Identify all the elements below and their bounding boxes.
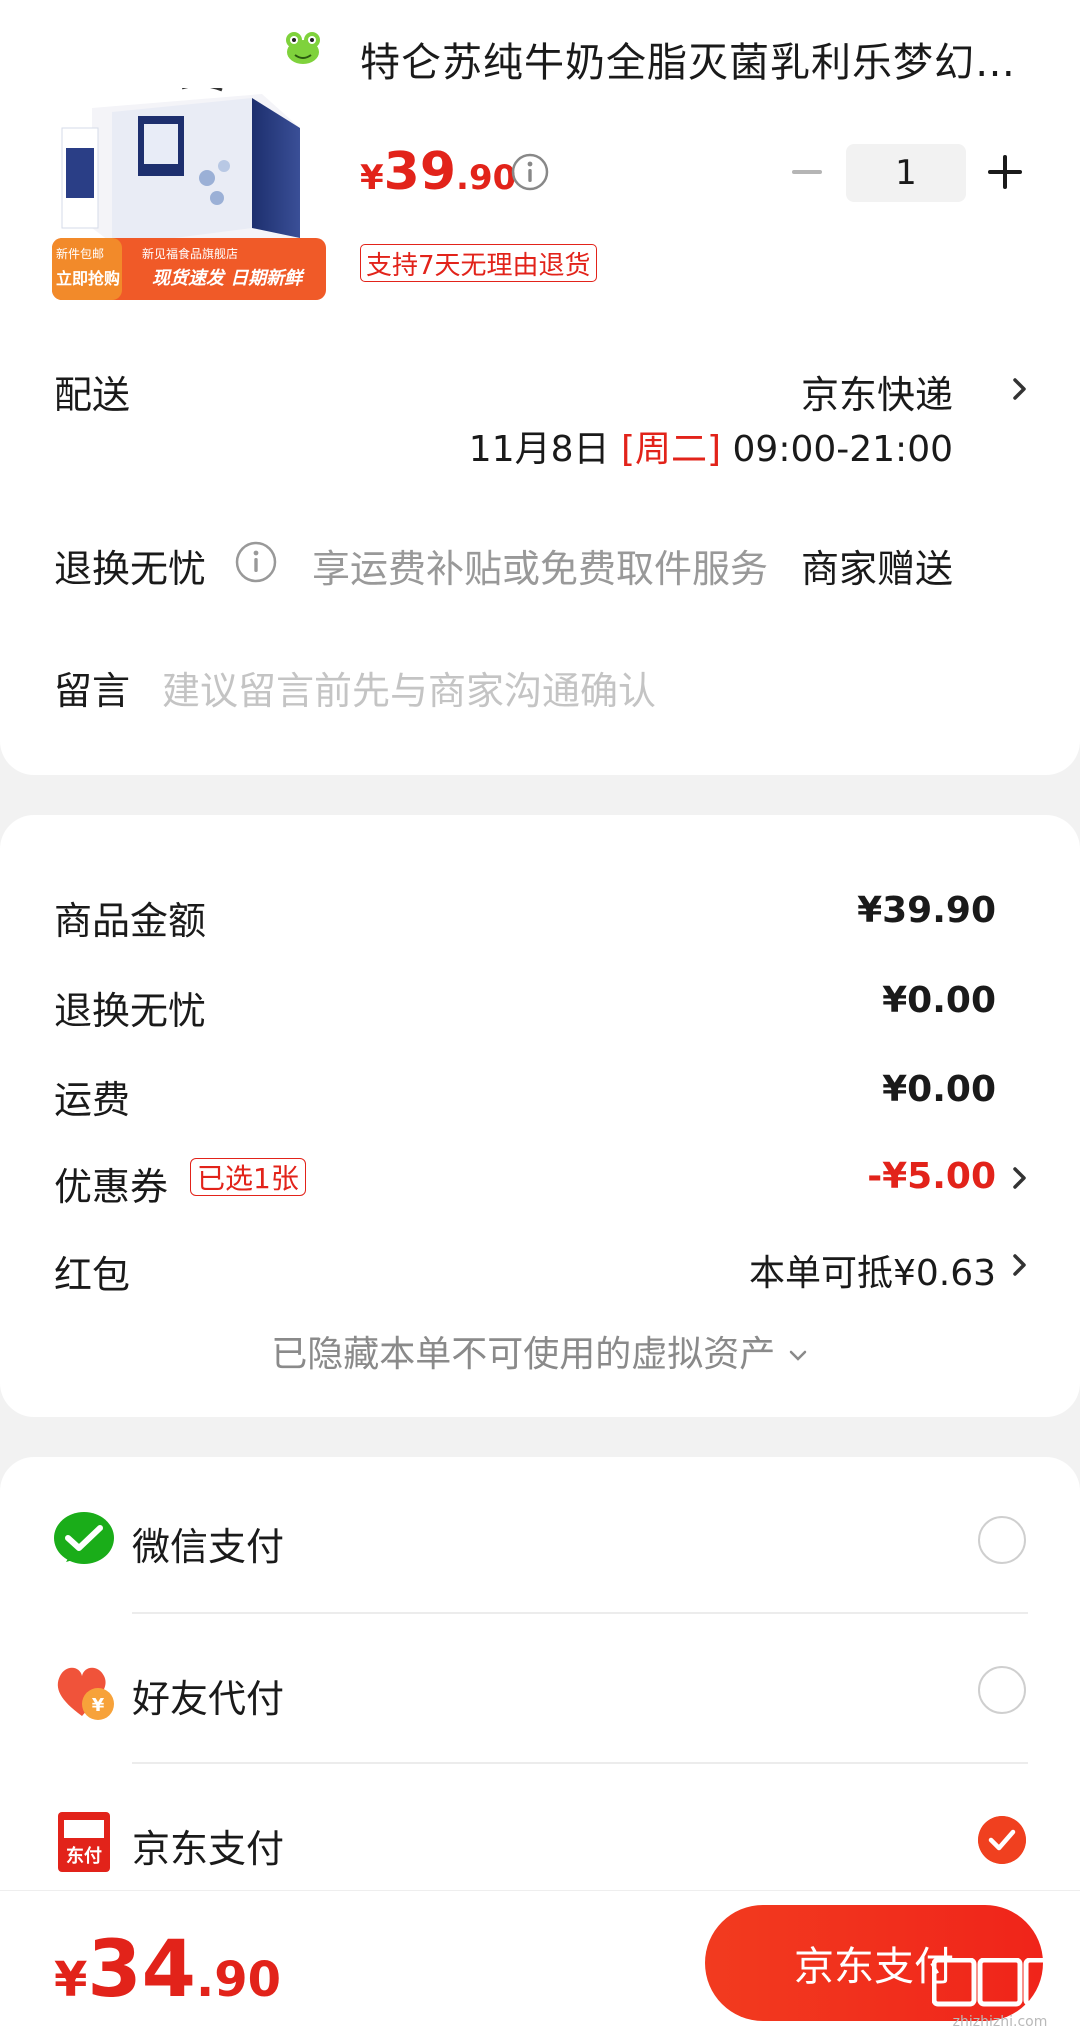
friend-pay-icon: ¥ — [57, 1667, 114, 1720]
quantity-increase-button[interactable] — [988, 155, 1022, 189]
coupon-label: 优惠券 — [54, 1165, 169, 1209]
wechat-pay-radio[interactable] — [978, 1516, 1026, 1564]
red-packet-value[interactable]: 本单可抵¥0.63 — [749, 1244, 996, 1296]
red-packet-label: 红包 — [54, 1253, 131, 1297]
message-input[interactable]: 建议留言前先与商家沟通确认 — [162, 660, 656, 715]
frog-icon — [286, 32, 320, 64]
quantity-decrease-button[interactable] — [790, 155, 824, 189]
banner-slogan: 现货速发 日期新鲜 — [152, 268, 305, 289]
product-price: ¥39.90 — [360, 142, 516, 202]
worry-free-label: 退换无忧 — [54, 547, 207, 591]
chevron-down-icon — [789, 1350, 806, 1361]
worry-free-description: 享运费补贴或免费取件服务 — [312, 547, 769, 591]
jd-pay-label[interactable]: 京东支付 — [132, 1818, 284, 1873]
hidden-assets-text: 已隐藏本单不可使用的虚拟资产 — [271, 1334, 776, 1375]
shipping-fee-value: ¥0.00 — [882, 1069, 996, 1110]
banner-shop: 新见福食品旗舰店 — [142, 246, 238, 261]
total-decimal: .90 — [195, 1952, 281, 2008]
coupon-chevron-right-icon[interactable] — [1010, 1163, 1030, 1193]
coupon-selected-tag: 已选1张 — [190, 1158, 306, 1196]
worry-free-fee-value: ¥0.00 — [882, 980, 996, 1021]
delivery-time: 11月8日 [周二] 09:00-21:00 — [469, 420, 953, 472]
divider — [132, 1612, 1028, 1614]
delivery-time-range: 09:00-21:00 — [732, 429, 953, 470]
price-info-icon[interactable] — [510, 152, 550, 192]
banner-tag-top: 新件包邮 — [56, 246, 104, 261]
worry-free-info-icon[interactable] — [234, 540, 278, 584]
delivery-date: 11月8日 — [468, 429, 610, 470]
product-title[interactable]: 特仑苏纯牛奶全脂灭菌乳利乐梦幻盖… — [360, 30, 1030, 88]
product-image[interactable]: 新件包邮 立即抢购 新见福食品旗舰店 现货速发 日期新鲜 — [52, 88, 326, 300]
delivery-carrier[interactable]: 京东快递 — [801, 364, 953, 419]
hidden-assets-toggle[interactable]: 已隐藏本单不可使用的虚拟资产 — [0, 1325, 1080, 1377]
wechat-pay-icon — [54, 1512, 114, 1564]
jd-pay-icon: 东付 — [58, 1812, 110, 1872]
goods-amount-label: 商品金额 — [54, 899, 207, 943]
jd-pay-icon-text: 东付 — [66, 1845, 102, 1867]
divider — [132, 1762, 1028, 1764]
jd-pay-radio-checked[interactable] — [978, 1816, 1026, 1864]
worry-free-fee-label: 退换无忧 — [54, 989, 207, 1033]
friend-pay-radio[interactable] — [978, 1666, 1026, 1714]
total-integer: 34 — [87, 1925, 196, 2015]
svg-text:¥: ¥ — [92, 1695, 105, 1716]
quantity-input[interactable]: 1 — [846, 144, 966, 202]
order-total: ¥34.90 — [54, 1925, 281, 2015]
message-label: 留言 — [54, 669, 131, 713]
worry-free-value: 商家赠送 — [800, 547, 953, 591]
red-packet-chevron-right-icon[interactable] — [1010, 1250, 1030, 1280]
shipping-fee-label: 运费 — [54, 1078, 131, 1122]
return-policy-badge: 支持7天无理由退货 — [360, 244, 597, 282]
delivery-weekday: [周二] — [620, 429, 722, 470]
watermark-text: zhizhizhi.com — [953, 2014, 1048, 2030]
delivery-chevron-right-icon[interactable] — [1010, 374, 1030, 404]
watermark-logo: zhizhizhi.com — [932, 1958, 1069, 2030]
friend-pay-label[interactable]: 好友代付 — [132, 1668, 284, 1723]
banner-tag-main: 立即抢购 — [56, 269, 120, 288]
coupon-value[interactable]: -¥5.00 — [867, 1156, 996, 1197]
delivery-label: 配送 — [54, 373, 131, 417]
total-currency: ¥ — [54, 1952, 88, 2008]
wechat-pay-label[interactable]: 微信支付 — [132, 1516, 284, 1571]
goods-amount-value: ¥39.90 — [857, 890, 996, 931]
price-currency: ¥ — [360, 158, 384, 198]
price-integer: 39 — [383, 142, 457, 202]
price-decimal: .90 — [456, 158, 517, 198]
